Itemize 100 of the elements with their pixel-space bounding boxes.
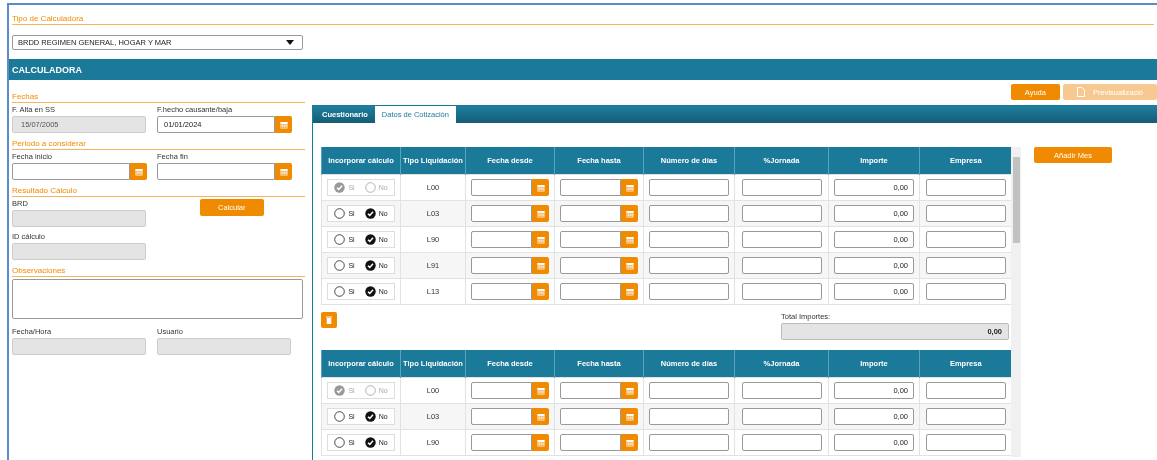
checked-radio-icon — [334, 385, 346, 396]
radio-icon — [364, 182, 376, 193]
input-field[interactable] — [649, 382, 729, 399]
section-heading: Tipo de Calculadora — [12, 14, 84, 23]
date-field[interactable] — [157, 163, 275, 180]
delete-button[interactable] — [321, 312, 337, 328]
input-field[interactable] — [649, 257, 729, 274]
date-field[interactable] — [471, 205, 532, 222]
calendar-icon — [536, 386, 545, 395]
scrollbar-thumb[interactable] — [1012, 157, 1020, 243]
calendar-icon — [625, 386, 634, 395]
calendar-icon — [279, 167, 288, 176]
calendar-icon — [625, 287, 634, 296]
date-field[interactable] — [12, 163, 130, 180]
calendar-icon — [536, 183, 545, 192]
calendar-button[interactable] — [532, 382, 549, 399]
calendar-button[interactable] — [532, 408, 549, 425]
calendar-button[interactable] — [532, 283, 549, 300]
date-field[interactable] — [560, 434, 621, 451]
input-field[interactable] — [741, 205, 822, 222]
radio-icon — [334, 437, 346, 448]
checked-radio-icon — [364, 411, 376, 422]
section-heading: Resultado Cálculo — [12, 186, 77, 195]
calendar-icon — [279, 120, 288, 129]
calendar-button[interactable] — [621, 434, 638, 451]
input-field[interactable] — [741, 283, 822, 300]
date-field[interactable] — [560, 283, 621, 300]
input-field[interactable] — [925, 179, 1006, 196]
section-heading: Fechas — [12, 92, 39, 101]
calendar-button[interactable] — [275, 116, 292, 133]
input-field[interactable] — [649, 434, 729, 451]
calendar-icon — [625, 235, 634, 244]
calendar-button[interactable] — [621, 283, 638, 300]
section-title: CALCULADORA — [12, 64, 82, 75]
calendar-icon — [625, 209, 634, 218]
calendar-icon — [625, 261, 634, 270]
date-field[interactable] — [560, 231, 621, 248]
date-field[interactable] — [471, 434, 532, 451]
checked-radio-icon — [364, 260, 376, 271]
calendar-button[interactable] — [130, 163, 147, 180]
input-field[interactable] — [649, 231, 729, 248]
input-field[interactable] — [649, 179, 729, 196]
input-field[interactable] — [649, 205, 729, 222]
date-field[interactable] — [471, 382, 532, 399]
radio-icon — [334, 208, 346, 219]
input-field[interactable] — [649, 283, 729, 300]
date-field[interactable] — [560, 179, 621, 196]
date-field[interactable] — [471, 231, 532, 248]
calendar-button[interactable] — [621, 257, 638, 274]
checked-radio-icon — [364, 437, 376, 448]
radio-icon — [334, 260, 346, 271]
date-field[interactable] — [560, 205, 621, 222]
input-field[interactable] — [925, 257, 1006, 274]
calendar-button[interactable] — [621, 205, 638, 222]
calendar-icon — [625, 183, 634, 192]
input-field[interactable] — [741, 408, 822, 425]
calendar-icon — [536, 412, 545, 421]
radio-icon — [334, 411, 346, 422]
calendar-button[interactable] — [532, 231, 549, 248]
calendar-button[interactable] — [621, 382, 638, 399]
section-heading: Observaciones — [12, 266, 66, 275]
text-area[interactable] — [12, 279, 303, 319]
input-field[interactable] — [741, 231, 822, 248]
input-field[interactable] — [741, 179, 822, 196]
input-field[interactable] — [741, 434, 822, 451]
date-field[interactable] — [471, 179, 532, 196]
radio-icon — [334, 234, 346, 245]
calendar-icon — [536, 438, 545, 447]
input-field[interactable] — [741, 382, 822, 399]
calendar-button[interactable] — [621, 179, 638, 196]
input-field[interactable] — [925, 283, 1006, 300]
calendar-button[interactable] — [532, 179, 549, 196]
input-field[interactable] — [925, 408, 1006, 425]
date-field[interactable] — [560, 257, 621, 274]
section-heading: Periodo a considerar — [12, 139, 86, 148]
calendar-icon — [536, 209, 545, 218]
date-field[interactable] — [560, 382, 621, 399]
input-field[interactable] — [925, 434, 1006, 451]
calendar-button[interactable] — [532, 434, 549, 451]
calendar-icon — [536, 287, 545, 296]
calendar-button[interactable] — [621, 231, 638, 248]
date-field[interactable] — [471, 257, 532, 274]
input-field[interactable] — [741, 257, 822, 274]
calendar-button[interactable] — [532, 257, 549, 274]
calendar-button[interactable] — [275, 163, 292, 180]
calendar-icon — [625, 412, 634, 421]
checked-radio-icon — [364, 286, 376, 297]
input-field[interactable] — [649, 408, 729, 425]
date-field[interactable] — [471, 283, 532, 300]
input-field[interactable] — [925, 205, 1006, 222]
trash-icon — [326, 316, 332, 324]
input-field[interactable] — [925, 382, 1006, 399]
input-field[interactable] — [925, 231, 1006, 248]
calendar-button[interactable] — [621, 408, 638, 425]
date-field[interactable] — [471, 408, 532, 425]
calendar-icon — [134, 167, 143, 176]
calendar-button[interactable] — [532, 205, 549, 222]
date-field[interactable] — [560, 408, 621, 425]
checked-radio-icon — [364, 208, 376, 219]
radio-icon — [364, 385, 376, 396]
